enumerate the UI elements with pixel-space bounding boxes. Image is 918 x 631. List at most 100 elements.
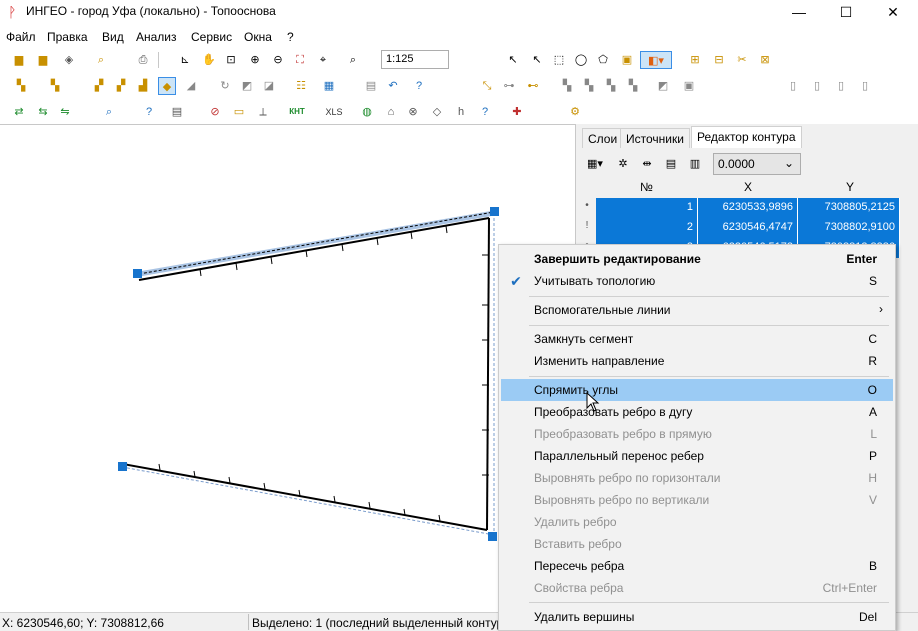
column-header-number[interactable]: № [640,180,653,198]
menu-item-align-horizontal[interactable]: Выровнять ребро по горизонтали H [501,467,893,489]
menu-item-finish-editing[interactable]: Завершить редактирование Enter [501,248,893,270]
layers-tree-icon[interactable]: ⊗ [404,103,422,121]
menu-item-edge-to-line[interactable]: Преобразовать ребро в прямую L [501,423,893,445]
scale-field[interactable]: 1:125 [381,50,449,69]
cut-line-icon[interactable]: ⤡ [478,77,496,95]
zoom-rect-icon[interactable]: ⊡ [222,51,240,69]
select-layer-icon[interactable]: ▣ [618,51,636,69]
insert-vertex-icon[interactable]: ⇹ [638,155,656,173]
menu-windows[interactable]: Окна [244,30,272,44]
join-object-icon[interactable]: ⊠ [756,51,774,69]
menu-help[interactable]: ? [287,30,294,44]
split-icon[interactable]: ⊟ [710,51,728,69]
menu-item-intersect-edges[interactable]: Пересечь ребра B [501,555,893,577]
report-icon[interactable]: ▤ [168,103,186,121]
knt-button[interactable]: КНТ [288,103,306,121]
paste-coords-icon[interactable]: ▥ [686,155,704,173]
copy-object-icon[interactable]: ▞ [90,77,108,95]
menu-item-topology[interactable]: ✔ Учитывать топологию S [501,270,893,292]
intersect-icon[interactable]: ▚ [580,77,598,95]
new-object-icon[interactable]: ▚ [12,77,30,95]
find-icon[interactable]: ⌕ [92,51,110,69]
search-icon[interactable]: ⌕ [100,103,118,121]
snap-vertex-icon[interactable]: ⇆ [34,103,52,121]
query-icon[interactable]: ? [140,103,158,121]
doc-filter-icon[interactable]: ▯ [856,77,874,95]
menu-item-edge-properties[interactable]: Свойства ребра Ctrl+Enter [501,577,893,599]
snap-edge-icon[interactable]: ⇋ [56,103,74,121]
menu-view[interactable]: Вид [102,30,124,44]
measure-icon[interactable]: ⊾ [176,51,194,69]
xor-icon[interactable]: ▚ [624,77,642,95]
doc-add-icon[interactable]: ▯ [784,77,802,95]
copy-coords-icon[interactable]: ▤ [662,155,680,173]
doc-edit-icon[interactable]: ▯ [808,77,826,95]
collapse-icon[interactable]: ✲ [614,155,632,173]
edit-contour-icon[interactable]: ◆ [158,77,176,95]
union-icon[interactable]: ▚ [558,77,576,95]
menu-item-close-segment[interactable]: Замкнуть сегмент C [501,328,893,350]
move-object-icon[interactable]: ▟ [134,77,152,95]
difference-icon[interactable]: ▚ [602,77,620,95]
menu-item-align-vertical[interactable]: Выровнять ребро по вертикали V [501,489,893,511]
snap-icon[interactable]: ⇄ [10,103,28,121]
vertex-x[interactable]: 6230546,4747 [698,218,798,238]
vertex-icon[interactable]: ◢ [182,77,200,95]
merge-icon[interactable]: ⊞ [686,51,704,69]
select-add-icon[interactable]: ↖ [528,51,546,69]
globe-icon[interactable]: ◍ [358,103,376,121]
vertex-number[interactable]: 1 [596,198,698,218]
zoom-out-icon[interactable]: ⊖ [269,51,287,69]
new-style-icon[interactable]: ▚ [46,77,64,95]
maximize-button[interactable]: ☐ [823,0,869,24]
menu-item-delete-edge[interactable]: Удалить ребро [501,511,893,533]
height-icon[interactable]: h [452,103,470,121]
zoom-extent-icon[interactable]: ⛶ [291,51,309,69]
prohibit-icon[interactable]: ⊘ [206,103,224,121]
menu-item-delete-vertices[interactable]: Удалить вершины Del [501,606,893,628]
doc-fx-icon[interactable]: ▯ [832,77,850,95]
open-folder-icon[interactable]: ▆ [10,51,28,69]
menu-item-reverse-direction[interactable]: Изменить направление R [501,350,893,372]
rotate-icon[interactable]: ↻ [216,77,234,95]
xls-export-button[interactable]: XLS [322,103,346,121]
pan-hand-icon[interactable]: ✋ [200,51,218,69]
close-button[interactable]: ✕ [870,0,916,24]
semantics-icon[interactable]: ▤ [362,77,380,95]
contour-edge-bottom[interactable] [122,463,488,531]
hole-icon[interactable]: ▣ [680,77,698,95]
menu-file[interactable]: Файл [6,30,36,44]
column-header-y[interactable]: Y [846,180,854,198]
vertex-x[interactable]: 6230533,9896 [698,198,798,218]
mirror-icon[interactable]: ◩ [238,77,256,95]
cut-object-icon[interactable]: ✂ [733,51,751,69]
settings-icon[interactable]: ⚙ [566,103,584,121]
dimension-icon[interactable]: ⟂ [254,103,272,121]
tolerance-select[interactable]: 0.0000 ⌄ [713,153,801,175]
vertex-y[interactable]: 7308802,9100 [798,218,900,238]
help-icon[interactable]: ? [476,103,494,121]
menu-item-insert-edge[interactable]: Вставить ребро [501,533,893,555]
contour-edge-right[interactable] [486,217,490,531]
layers-icon[interactable]: ◈ [60,51,78,69]
tab-layers[interactable]: Слои [582,128,624,148]
paste-object-icon[interactable]: ▞ [112,77,130,95]
print-icon[interactable]: ⎙ [134,51,152,69]
open-map-icon[interactable]: ▆ [34,51,52,69]
trim-icon[interactable]: ⊷ [524,77,542,95]
menu-service[interactable]: Сервис [191,30,232,44]
table-row[interactable]: • 1 6230533,9896 7308805,2125 [580,198,900,218]
minimize-button[interactable]: — [776,0,822,24]
label-icon[interactable]: ▭ [230,103,248,121]
select-circle-icon[interactable]: ◯ [572,51,590,69]
slice-icon[interactable]: ◩ [654,77,672,95]
menu-edit[interactable]: Правка [47,30,88,44]
table-icon[interactable]: ▦ [320,77,338,95]
attributes-icon[interactable]: ☷ [292,77,310,95]
menu-item-helper-lines[interactable]: Вспомогательные линии › [501,299,893,321]
vertex-handle[interactable] [133,269,142,278]
tab-contour-editor[interactable]: Редактор контура [691,126,802,148]
menu-item-edge-to-arc[interactable]: Преобразовать ребро в дугу A [501,401,893,423]
menu-item-parallel-move[interactable]: Параллельный перенос ребер P [501,445,893,467]
select-polygon-icon[interactable]: ⬠ [594,51,612,69]
